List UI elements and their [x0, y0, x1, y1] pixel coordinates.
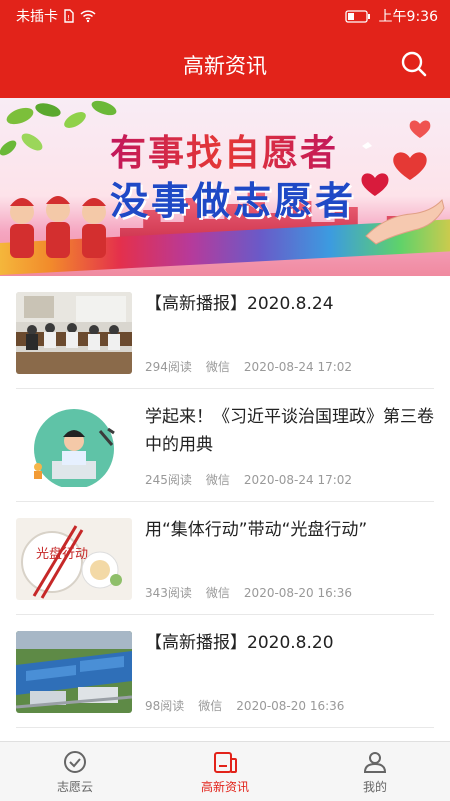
news-meta: 98阅读 微信 2020-08-20 16:36 [145, 697, 358, 714]
news-time: 2020-08-24 17:02 [243, 473, 353, 487]
read-count: 245阅读 [145, 473, 192, 487]
banner-slogan-1: 有事找自愿者 [110, 124, 338, 176]
clean-plate-thumbnail: 光盘行动 [16, 518, 132, 600]
tab-label: 高新资讯 [200, 780, 249, 794]
news-title: 【高新播报】2020.8.20 [145, 633, 334, 653]
app-header: 高新资讯 [0, 30, 450, 98]
news-time: 2020-08-24 17:02 [243, 360, 353, 374]
news-title: 用“集体行动”带动“光盘行动” [145, 520, 368, 540]
meeting-thumbnail [16, 292, 132, 374]
news-time: 2020-08-20 16:36 [236, 699, 345, 713]
news-title: 【高新播报】2020.8.24 [145, 294, 334, 314]
read-count: 98阅读 [145, 699, 185, 713]
banner-slogan-2: 没事做志愿者 [110, 179, 357, 223]
status-bar: 未插卡 ! 上午9:36 [0, 0, 450, 30]
news-icon [214, 752, 237, 773]
clock-text: 上午9:36 [378, 9, 438, 25]
news-source: 微信 [198, 699, 223, 713]
news-item[interactable]: 光盘行动 用“集体行动”带动“光盘行动” 343阅读 微信 2020-08-20 1… [0, 502, 450, 615]
news-item[interactable]: 学起来！《习近平谈治国理政》第三卷中的用典 245阅读 微信 2020-08-24 … [0, 389, 450, 502]
tab-volunteer-cloud[interactable]: 志愿云 [0, 742, 150, 801]
banner-image[interactable]: 有事找自愿者 没事做志愿者 [0, 98, 450, 276]
read-count: 343阅读 [145, 586, 192, 600]
news-list: 【高新播报】2020.8.24 294阅读 微信 2020-08-24 17:02 … [0, 276, 450, 728]
news-title: 学起来！《习近平谈治国理政》第三卷中的用典 [145, 407, 434, 455]
svg-text:!: ! [67, 14, 70, 22]
news-meta: 245阅读 微信 2020-08-24 17:02 [145, 471, 366, 488]
check-badge-icon [64, 751, 86, 773]
news-time: 2020-08-20 16:36 [243, 586, 353, 600]
wifi-icon [80, 10, 96, 23]
news-item[interactable]: 【高新播报】2020.8.20 98阅读 微信 2020-08-20 16:36 [0, 615, 450, 728]
battery-icon [344, 9, 370, 23]
bottom-tab-bar: 志愿云 高新资讯 我的 [0, 741, 450, 801]
tab-label: 志愿云 [56, 780, 93, 794]
search-icon[interactable] [400, 50, 428, 78]
sim-icon: ! [64, 9, 74, 23]
news-source: 微信 [205, 586, 230, 600]
tab-profile[interactable]: 我的 [300, 742, 450, 801]
carrier-text: 未插卡 [16, 9, 58, 25]
divider [16, 727, 434, 728]
study-thumbnail [16, 405, 132, 487]
user-icon [363, 752, 387, 773]
tab-news[interactable]: 高新资讯 [150, 742, 300, 801]
tab-label: 我的 [362, 780, 387, 794]
news-source: 微信 [205, 360, 230, 374]
page-title: 高新资讯 [183, 54, 267, 78]
read-count: 294阅读 [145, 360, 192, 374]
aerial-thumbnail [16, 631, 132, 713]
news-item[interactable]: 【高新播报】2020.8.24 294阅读 微信 2020-08-24 17:02 [0, 276, 450, 389]
news-meta: 343阅读 微信 2020-08-20 16:36 [145, 584, 366, 601]
volunteers-illustration [10, 196, 106, 258]
hand-illustration [365, 198, 445, 245]
news-meta: 294阅读 微信 2020-08-24 17:02 [145, 358, 366, 375]
news-source: 微信 [205, 473, 230, 487]
